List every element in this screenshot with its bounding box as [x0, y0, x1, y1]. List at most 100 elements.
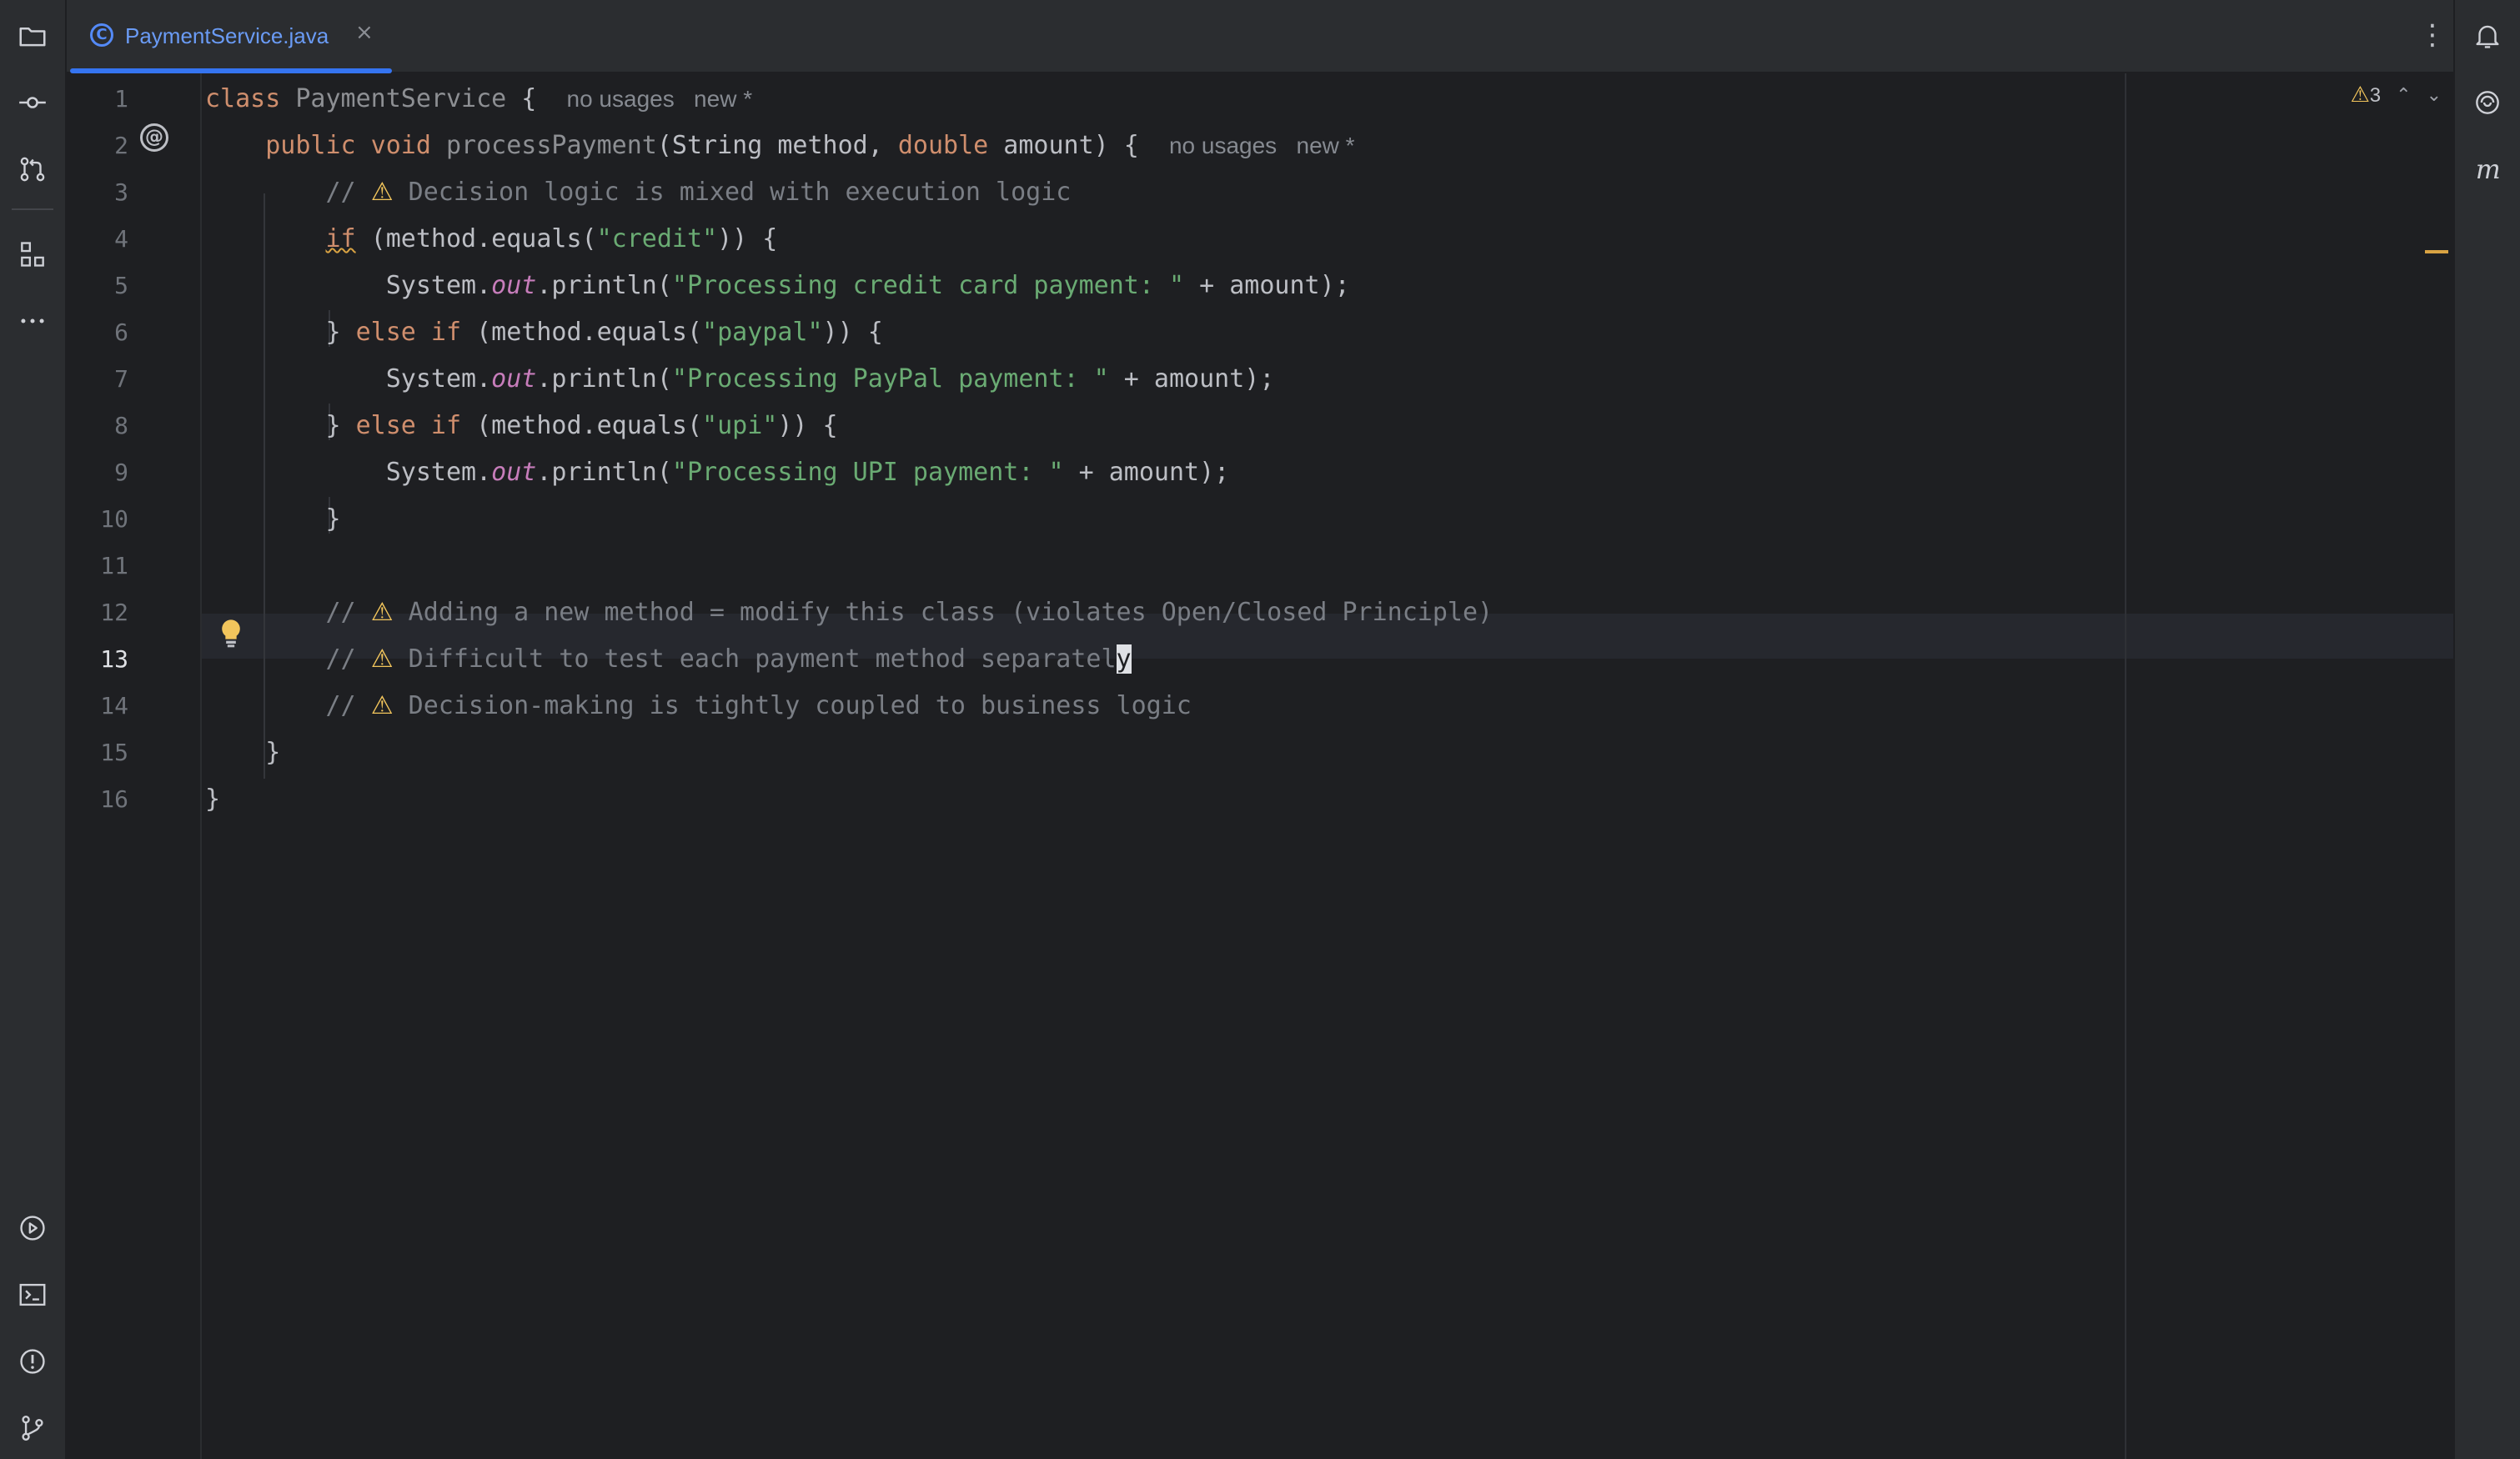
code-token: out: [491, 458, 537, 487]
code-token: + amount);: [1063, 458, 1230, 487]
code-line[interactable]: }: [205, 777, 220, 822]
code-token: Difficult to test each payment method se…: [393, 644, 1117, 674]
notifications-button[interactable]: [2467, 15, 2508, 57]
code-line[interactable]: public void processPayment(String method…: [205, 123, 1355, 168]
code-line[interactable]: } else if (method.equals("paypal")) {: [205, 310, 883, 355]
code-token: {: [506, 84, 567, 113]
code-line[interactable]: System.out.println("Processing UPI payme…: [205, 450, 1229, 495]
code-token: System.: [205, 271, 492, 300]
tab-options-menu-icon[interactable]: ⋮: [2418, 18, 2447, 52]
code-token: else if: [355, 318, 462, 347]
inlay-hint: no usages new *: [1168, 133, 1355, 158]
inspection-widget[interactable]: ⚠3 ⌃ ⌄: [2350, 78, 2442, 112]
next-highlight-icon[interactable]: ⌄: [2427, 85, 2442, 106]
run-button[interactable]: [12, 1207, 53, 1249]
code-line[interactable]: class PaymentService { no usages new *: [205, 77, 752, 122]
line-number[interactable]: 11: [67, 544, 128, 589]
commit-button[interactable]: [12, 82, 53, 123]
code-token: )) {: [777, 411, 838, 440]
previous-highlight-icon[interactable]: ⌃: [2396, 85, 2411, 106]
code-line[interactable]: // ⚠ Decision logic is mixed with execut…: [205, 170, 1071, 215]
code-token: }: [205, 785, 221, 814]
gutter[interactable]: 1 2 3 4 5 6 7 8 9 10 11 12 13 14 15 16: [67, 73, 202, 1459]
code-token: .println(: [536, 364, 672, 394]
line-number[interactable]: 5: [67, 263, 128, 308]
code-token: (String method,: [656, 131, 898, 160]
code-token: "paypal": [702, 318, 823, 347]
java-class-icon: C: [90, 23, 113, 47]
code-line[interactable]: } else if (method.equals("upi")) {: [205, 404, 838, 449]
maven-button[interactable]: m: [2467, 148, 2508, 190]
warning-count: 3: [2369, 84, 2382, 107]
line-number[interactable]: 10: [67, 497, 128, 542]
code-token: System.: [205, 364, 492, 394]
code-line[interactable]: }: [205, 497, 341, 542]
warning-stripe-mark[interactable]: [2425, 250, 2448, 253]
warning-icon: ⚠: [370, 178, 394, 207]
code-line[interactable]: }: [205, 730, 280, 775]
code-line[interactable]: // ⚠ Adding a new method = modify this c…: [205, 590, 1493, 635]
right-margin-guide: [2125, 73, 2126, 1459]
line-number[interactable]: 16: [67, 777, 128, 822]
code-token: )) {: [717, 224, 778, 253]
git-button[interactable]: [12, 1407, 53, 1449]
line-number[interactable]: 2: [67, 123, 128, 168]
code-token: )) {: [822, 318, 883, 347]
code-token: PaymentService: [295, 84, 507, 113]
code-line[interactable]: if (method.equals("credit")) {: [205, 217, 778, 262]
code-token: + amount);: [1184, 271, 1350, 300]
line-number[interactable]: 6: [67, 310, 128, 355]
line-number[interactable]: 1: [67, 77, 128, 122]
code-token: //: [205, 178, 371, 207]
code-token: + amount);: [1108, 364, 1275, 394]
code-token: (method.equals(: [461, 411, 703, 440]
svg-text:m: m: [2476, 155, 2501, 185]
line-number[interactable]: 9: [67, 450, 128, 495]
notifications-icon: [2476, 25, 2499, 48]
code-token: "upi": [702, 411, 778, 440]
pull-requests-button[interactable]: [12, 148, 53, 190]
more-tools-button[interactable]: [12, 300, 53, 342]
code-token: (method.equals(: [461, 318, 703, 347]
code-token: System.: [205, 458, 492, 487]
code-line[interactable]: // ⚠ Decision-making is tightly coupled …: [205, 684, 1192, 729]
code-token: class: [205, 84, 296, 113]
project-button[interactable]: [12, 15, 53, 57]
line-number[interactable]: 13: [67, 637, 128, 682]
warning-counter[interactable]: ⚠3: [2350, 83, 2381, 108]
commit-icon: [19, 97, 46, 108]
lightbulb-icon[interactable]: [217, 617, 245, 650]
code-token: Adding a new method = modify this class …: [393, 598, 1493, 627]
code-token: Decision-making is tightly coupled to bu…: [393, 691, 1192, 720]
pull-requests-icon: [20, 157, 45, 182]
line-number[interactable]: 8: [67, 404, 128, 449]
terminal-icon: [19, 1283, 46, 1306]
code-token: else if: [355, 411, 462, 440]
structure-button[interactable]: [12, 233, 53, 275]
code-token: processPayment: [445, 131, 657, 160]
code-token: //: [205, 691, 371, 720]
line-number[interactable]: 12: [67, 590, 128, 635]
code-token: (method.equals(: [355, 224, 597, 253]
line-number[interactable]: 15: [67, 730, 128, 775]
line-number[interactable]: 7: [67, 357, 128, 402]
code-line[interactable]: System.out.println("Processing PayPal pa…: [205, 357, 1275, 402]
terminal-button[interactable]: [12, 1274, 53, 1316]
more-icon: [21, 318, 44, 323]
ai-assistant-button[interactable]: [2467, 82, 2508, 123]
problems-button[interactable]: [12, 1341, 53, 1382]
warning-icon: ⚠: [370, 644, 394, 674]
implements-gutter-icon[interactable]: @: [140, 123, 168, 152]
code-token: }: [205, 504, 341, 534]
problems-icon: [20, 1349, 45, 1374]
line-number[interactable]: 3: [67, 170, 128, 215]
close-icon[interactable]: ×: [355, 20, 374, 45]
code-line[interactable]: // ⚠ Difficult to test each payment meth…: [205, 637, 1132, 682]
code-line[interactable]: System.out.println("Processing credit ca…: [205, 263, 1350, 308]
line-number[interactable]: 4: [67, 217, 128, 262]
code-token: "credit": [596, 224, 718, 253]
line-number[interactable]: 14: [67, 684, 128, 729]
code-editor[interactable]: 1 2 3 4 5 6 7 8 9 10 11 12 13 14 15 16 class PaymentSer…: [67, 73, 2453, 1459]
code-token: out: [491, 364, 537, 394]
tab-paymentservice[interactable]: C PaymentService.java ×: [68, 0, 392, 73]
